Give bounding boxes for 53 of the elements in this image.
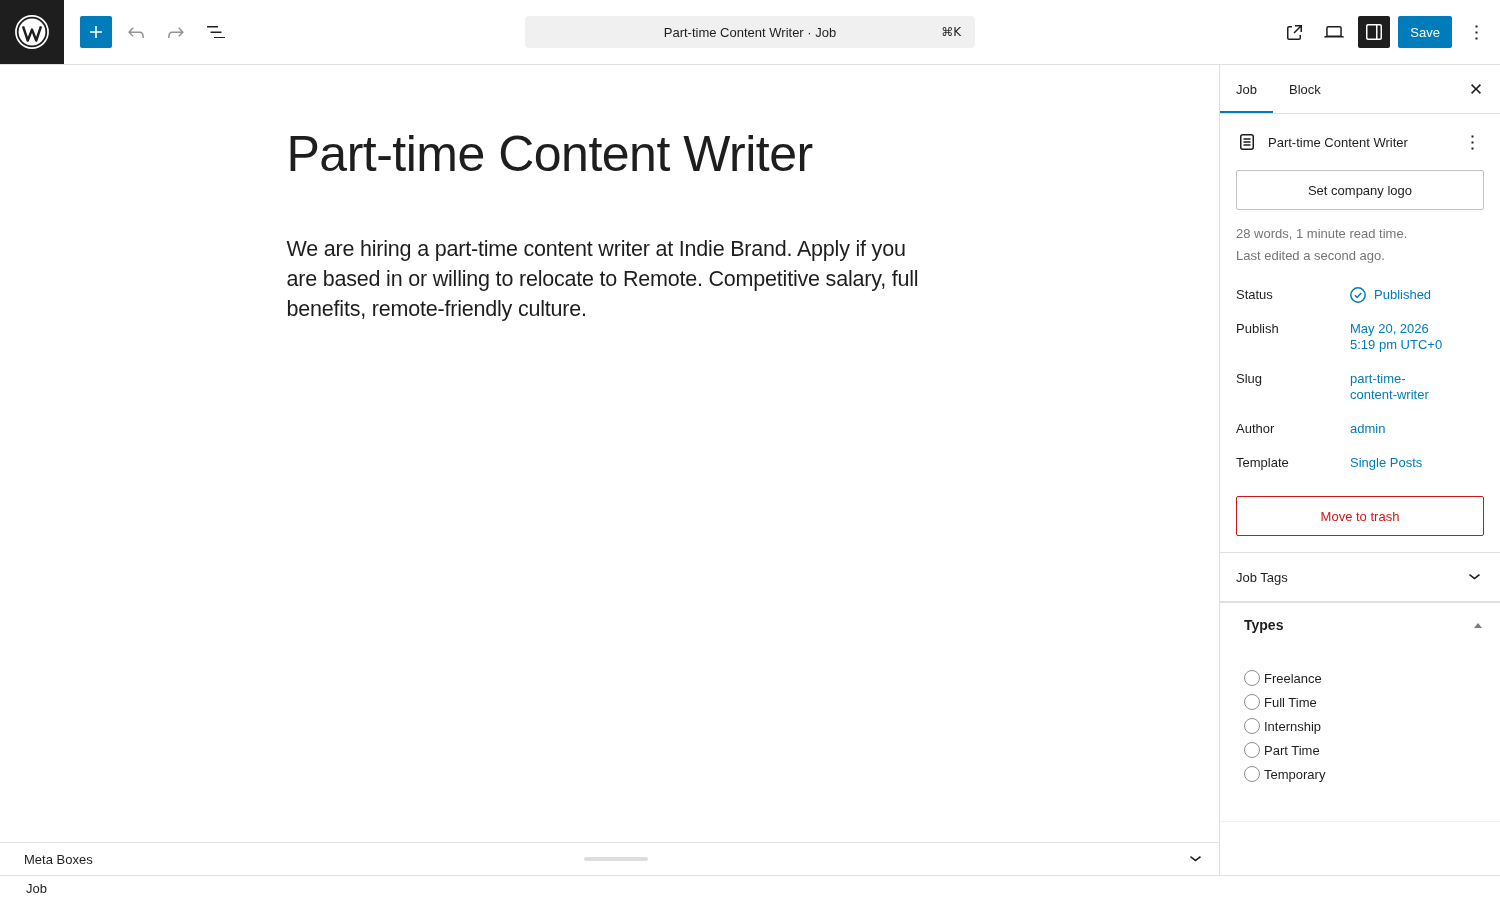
post-title: Part-time Content Writer: [286, 125, 814, 183]
meta-boxes-title: Meta Boxes: [24, 851, 93, 867]
post-stats-text: Last edited a second ago.: [1236, 247, 1386, 265]
option-label[interactable]: Freelance: [1264, 670, 1322, 686]
triangle-up-icon[interactable]: [1474, 622, 1482, 628]
field-label: Publish: [1236, 320, 1280, 338]
field-label: Template: [1236, 454, 1290, 472]
option-label[interactable]: Temporary: [1264, 766, 1326, 782]
breadcrumb-item[interactable]: Job: [20, 878, 53, 898]
settings-toggle-button[interactable]: [1358, 16, 1391, 48]
keyboard-shortcut: ⌘K: [941, 25, 961, 39]
sidebar-icon: [1366, 24, 1383, 40]
radio-button[interactable]: [1244, 718, 1260, 734]
sidebar-tab[interactable]: Block: [1272, 65, 1337, 113]
radio-button[interactable]: [1244, 694, 1260, 710]
field-value-link[interactable]: part-time-content-writer: [1350, 365, 1446, 409]
radio-button[interactable]: [1244, 742, 1260, 758]
field-value-link[interactable]: Single Posts: [1350, 449, 1423, 477]
field-value-link[interactable]: May 20, 2026 5:19 pm UTC+0: [1350, 315, 1446, 359]
field-label: Slug: [1236, 370, 1264, 388]
undo-icon: [128, 26, 144, 38]
option-label[interactable]: Internship: [1264, 718, 1322, 734]
option-label[interactable]: Part Time: [1264, 742, 1320, 758]
check-circle-icon: [1350, 287, 1366, 303]
logo-icon: [15, 15, 49, 49]
add-block-button[interactable]: [80, 16, 112, 48]
external-link-icon: [1286, 24, 1302, 40]
option-label[interactable]: Full Time: [1264, 694, 1317, 710]
laptop-icon: [1324, 26, 1345, 38]
more-vertical-icon: [1470, 134, 1474, 150]
redo-icon: [168, 26, 184, 38]
command-bar[interactable]: Part-time Content Writer · Job ⌘K: [525, 16, 975, 48]
plus-icon: [90, 26, 102, 38]
list-view-icon: [207, 25, 225, 39]
field-label: Status: [1236, 286, 1274, 304]
post-paragraph: We are hiring a part-time content writer at Indie Brand. Apply if you are based in or willing to relocate to Remote. Competitive salary, full benefits, remote-friendly culture.: [286, 236, 920, 323]
more-vertical-icon: [1474, 24, 1478, 40]
types-title: Types: [1244, 617, 1284, 633]
set-logo-button[interactable]: Set company logo: [1236, 170, 1484, 210]
resize-handle[interactable]: [583, 857, 648, 861]
close-icon: [1471, 84, 1481, 94]
save-button[interactable]: Save: [1398, 16, 1452, 48]
post-stats-text: 28 words, 1 minute read time.: [1236, 225, 1409, 243]
home-button[interactable]: [0, 0, 64, 64]
document-icon: [1240, 134, 1254, 150]
status-button[interactable]: Published: [1350, 281, 1432, 309]
move-to-trash-button[interactable]: Move to trash: [1236, 496, 1484, 536]
radio-button[interactable]: [1244, 670, 1260, 686]
field-label: Author: [1236, 420, 1276, 438]
sidebar-tab[interactable]: Job: [1220, 65, 1273, 113]
post-name: Part-time Content Writer: [1268, 134, 1409, 150]
field-value-link[interactable]: admin: [1350, 415, 1386, 443]
radio-button[interactable]: [1244, 766, 1260, 782]
